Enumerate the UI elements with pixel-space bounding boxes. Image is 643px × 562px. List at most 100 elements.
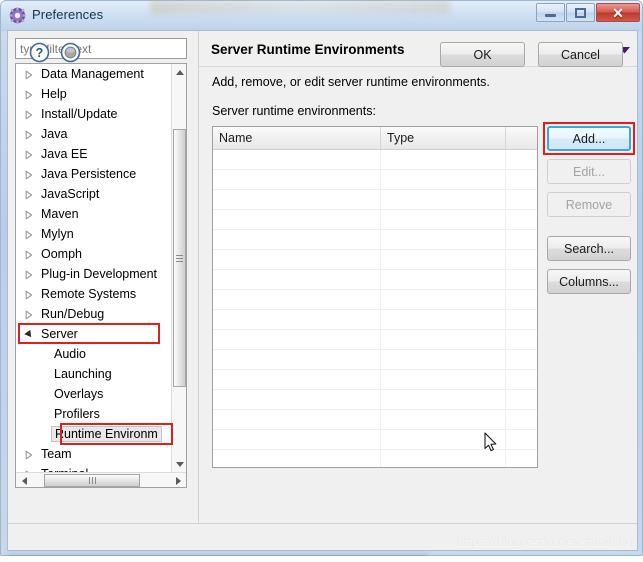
column-header-extra[interactable] — [506, 127, 537, 149]
tree-expand-arrow-right-icon[interactable] — [24, 269, 34, 280]
sidebar-item-java-persistence[interactable]: Java Persistence — [16, 164, 173, 184]
sidebar-item-java-ee[interactable]: Java EE — [16, 144, 173, 164]
table-row[interactable] — [213, 290, 537, 310]
sidebar-item-plug-in-development[interactable]: Plug-in Development — [16, 264, 173, 284]
tree-expand-arrow-right-icon[interactable] — [24, 169, 34, 180]
sidebar-item-overlays[interactable]: Overlays — [16, 384, 173, 404]
runtime-environments-table[interactable]: Name Type — [212, 126, 538, 468]
sidebar-item-java[interactable]: Java — [16, 124, 173, 144]
table-cell — [213, 270, 381, 289]
chevron-down-icon — [175, 461, 184, 467]
tree-expand-arrow-right-icon[interactable] — [24, 129, 34, 140]
tree-horizontal-scrollbar[interactable] — [16, 472, 186, 487]
tree-expand-arrow-right-icon[interactable] — [24, 249, 34, 260]
tree-expand-arrow-right-icon[interactable] — [24, 109, 34, 120]
sidebar-item-audio[interactable]: Audio — [16, 344, 173, 364]
scroll-up-button[interactable] — [172, 64, 186, 80]
table-row[interactable] — [213, 170, 537, 190]
table-row[interactable] — [213, 150, 537, 170]
sidebar-item-data-management[interactable]: Data Management — [16, 64, 173, 84]
sidebar-item-server[interactable]: Server — [16, 324, 173, 344]
tree-expand-arrow-right-icon[interactable] — [24, 229, 34, 240]
sidebar-item-label: Runtime Environm — [51, 426, 162, 442]
sidebar-item-oomph[interactable]: Oomph — [16, 244, 173, 264]
content-pane: Server Runtime Environments Add, remove,… — [199, 31, 637, 523]
minimize-button[interactable] — [536, 3, 565, 22]
tree-expand-arrow-right-icon[interactable] — [24, 289, 34, 300]
sidebar-item-label: JavaScript — [41, 187, 100, 201]
sidebar-item-team[interactable]: Team — [16, 444, 173, 464]
table-cell — [213, 370, 381, 389]
search-button[interactable]: Search... — [547, 236, 631, 261]
table-row[interactable] — [213, 250, 537, 270]
table-cell — [213, 430, 381, 449]
preference-tree-list: Data Management Help Install/Update Java Jav… — [16, 64, 173, 472]
tree-expand-arrow-right-icon[interactable] — [24, 149, 34, 160]
sidebar-item-runtime-environm[interactable]: Runtime Environm — [16, 424, 173, 444]
table-row[interactable] — [213, 230, 537, 250]
table-row[interactable] — [213, 330, 537, 350]
scroll-left-button[interactable] — [16, 473, 32, 487]
tree-expand-arrow-right-icon[interactable] — [24, 189, 34, 200]
ok-button[interactable]: OK — [440, 42, 525, 67]
tree-expand-arrow-down-icon[interactable] — [24, 329, 34, 339]
table-cell — [381, 190, 506, 209]
column-header-type[interactable]: Type — [381, 127, 506, 149]
sidebar-item-terminal[interactable]: Terminal — [16, 464, 173, 472]
table-row[interactable] — [213, 430, 537, 450]
cancel-button[interactable]: Cancel — [538, 42, 623, 67]
table-row[interactable] — [213, 450, 537, 467]
table-cell — [506, 250, 537, 269]
column-header-name[interactable]: Name — [213, 127, 381, 149]
columns-button[interactable]: Columns... — [547, 269, 631, 294]
sidebar-item-install-update[interactable]: Install/Update — [16, 104, 173, 124]
preference-tree[interactable]: Data Management Help Install/Update Java Jav… — [15, 63, 187, 488]
close-button[interactable]: ✕ — [596, 3, 640, 22]
table-cell — [381, 390, 506, 409]
scroll-thumb-vertical[interactable] — [173, 129, 186, 387]
tree-expand-arrow-right-icon[interactable] — [24, 209, 34, 220]
sidebar-item-maven[interactable]: Maven — [16, 204, 173, 224]
sidebar-item-run-debug[interactable]: Run/Debug — [16, 304, 173, 324]
sidebar-item-label: Team — [41, 447, 72, 461]
table-row[interactable] — [213, 190, 537, 210]
table-row[interactable] — [213, 390, 537, 410]
table-row[interactable] — [213, 210, 537, 230]
table-cell — [381, 410, 506, 429]
sidebar-item-label: Install/Update — [41, 107, 118, 121]
table-row[interactable] — [213, 310, 537, 330]
tree-expand-arrow-right-icon[interactable] — [24, 449, 34, 460]
table-cell — [381, 250, 506, 269]
table-row[interactable] — [213, 270, 537, 290]
maximize-button[interactable] — [566, 3, 595, 22]
sidebar-item-remote-systems[interactable]: Remote Systems — [16, 284, 173, 304]
table-cell — [381, 230, 506, 249]
table-cell — [213, 290, 381, 309]
restore-defaults-icon[interactable] — [60, 42, 81, 63]
add-button[interactable]: Add... — [547, 126, 631, 151]
table-header-row: Name Type — [213, 127, 537, 150]
sidebar-item-launching[interactable]: Launching — [16, 364, 173, 384]
table-row[interactable] — [213, 350, 537, 370]
sidebar-item-mylyn[interactable]: Mylyn — [16, 224, 173, 244]
sidebar-item-label: Java EE — [41, 147, 88, 161]
table-cell — [381, 310, 506, 329]
scroll-thumb-horizontal[interactable] — [44, 474, 140, 487]
table-cell — [381, 450, 506, 467]
scroll-right-button[interactable] — [170, 473, 186, 487]
table-row[interactable] — [213, 410, 537, 430]
table-row[interactable] — [213, 370, 537, 390]
sidebar-item-javascript[interactable]: JavaScript — [16, 184, 173, 204]
tree-expand-arrow-right-icon[interactable] — [24, 309, 34, 320]
tree-expand-arrow-right-icon[interactable] — [24, 89, 34, 100]
scroll-down-button[interactable] — [172, 456, 186, 472]
sidebar-item-help[interactable]: Help — [16, 84, 173, 104]
table-cell — [506, 230, 537, 249]
table-cell — [381, 350, 506, 369]
table-body — [213, 150, 537, 467]
table-cell — [381, 210, 506, 229]
sidebar-item-profilers[interactable]: Profilers — [16, 404, 173, 424]
tree-vertical-scrollbar[interactable] — [171, 64, 186, 472]
tree-expand-arrow-right-icon[interactable] — [24, 69, 34, 80]
help-icon[interactable]: ? — [29, 42, 50, 63]
